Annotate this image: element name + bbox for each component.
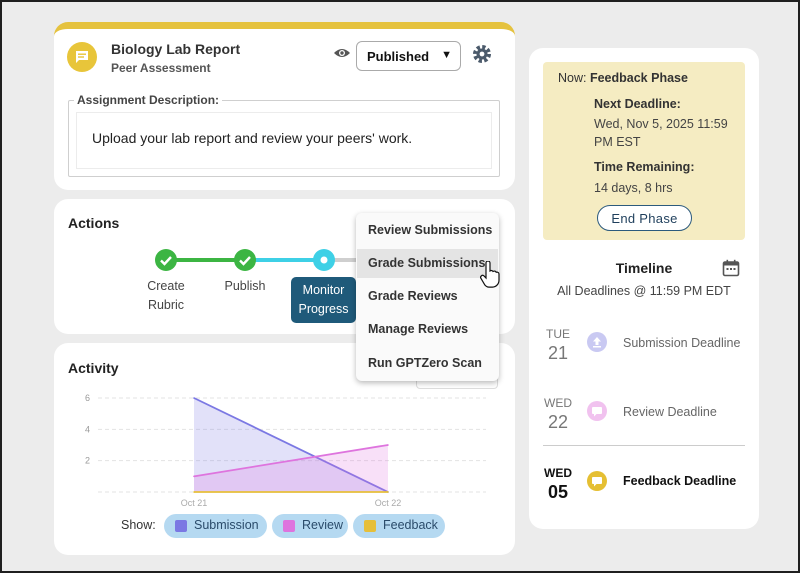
x-tick-label: Oct 21 <box>181 498 208 508</box>
assignment-title: Biology Lab Report <box>111 41 241 57</box>
current-phase-box: Now: Feedback Phase Next Deadline: Wed, … <box>543 62 745 240</box>
feedback-swatch-icon <box>364 520 376 532</box>
data-point <box>387 444 389 446</box>
calendar-icon[interactable] <box>722 259 740 282</box>
x-tick-label: Oct 22 <box>375 498 402 508</box>
y-tick-label: 4 <box>85 424 90 434</box>
now-phase-value: Feedback Phase <box>589 71 688 85</box>
settings-gear-icon[interactable] <box>471 43 493 70</box>
step-create-rubric-check-icon[interactable] <box>155 249 177 271</box>
menu-item-review-submissions[interactable]: Review Submissions <box>357 216 498 245</box>
time-remaining-label: Time Remaining: <box>594 160 695 174</box>
step-publish-label[interactable]: Publish <box>215 277 275 296</box>
timeline-date: 05 <box>547 482 569 502</box>
data-point <box>387 491 389 493</box>
visibility-eye-icon <box>333 46 351 65</box>
toggle-feedback[interactable]: Feedback <box>353 514 445 538</box>
assignment-chat-icon <box>67 42 97 72</box>
step-label-line: Progress <box>298 302 349 316</box>
assignment-header-card: Biology Lab Report Peer Assessment Publi… <box>54 22 515 190</box>
toggle-label: Review <box>302 518 343 532</box>
timeline-label: Review Deadline <box>623 405 717 419</box>
upload-icon <box>587 332 607 352</box>
next-deadline-value-line2: PM EST <box>594 135 641 149</box>
publish-status-select[interactable]: Published ▼ <box>356 41 461 71</box>
current-phase: Now: Feedback Phase <box>558 71 688 85</box>
toggle-label: Submission <box>194 518 259 532</box>
data-point <box>193 491 195 493</box>
step-label-line: Create <box>147 279 185 293</box>
assignment-type: Peer Assessment <box>111 61 211 75</box>
step-monitor-progress-dot-icon[interactable] <box>313 249 335 271</box>
step-monitor-progress-button[interactable]: Monitor Progress <box>291 277 356 323</box>
step-label-line: Publish <box>224 279 266 293</box>
description-text: Upload your lab report and review your p… <box>76 112 492 169</box>
timeline-day: WED <box>544 396 572 410</box>
time-remaining-value: 14 days, 8 hrs <box>594 181 673 195</box>
timeline-label: Submission Deadline <box>623 336 741 350</box>
chevron-down-icon: ▼ <box>441 49 452 61</box>
end-phase-button[interactable]: End Phase <box>597 205 692 231</box>
timeline-subtitle: All Deadlines @ 11:59 PM EDT <box>557 284 731 298</box>
submission-swatch-icon <box>175 520 187 532</box>
y-tick-label: 6 <box>85 393 90 403</box>
actions-title: Actions <box>68 215 120 231</box>
timeline-label: Feedback Deadline <box>623 474 737 488</box>
timeline-date: 22 <box>547 412 569 432</box>
timeline-day: WED <box>544 466 572 480</box>
review-swatch-icon <box>283 520 295 532</box>
next-deadline-value-line1: Wed, Nov 5, 2025 11:59 <box>594 117 728 131</box>
menu-item-manage-reviews[interactable]: Manage Reviews <box>357 315 498 344</box>
description-label: Assignment Description: <box>74 93 223 107</box>
feedback-icon <box>587 471 607 491</box>
y-tick-label: 2 <box>85 456 90 466</box>
menu-item-run-gptzero-scan[interactable]: Run GPTZero Scan <box>357 349 498 378</box>
show-label: Show: <box>121 518 156 532</box>
step-label-line: Monitor <box>302 283 345 297</box>
progress-line-done <box>165 258 245 262</box>
actions-dropdown-menu: Review Submissions Grade Submissions Gra… <box>356 213 499 381</box>
publish-status-value: Published <box>367 49 430 64</box>
app-frame: Biology Lab Report Peer Assessment Publi… <box>0 0 800 573</box>
menu-item-grade-reviews[interactable]: Grade Reviews <box>357 282 498 311</box>
step-label-line: Rubric <box>147 298 185 312</box>
data-point <box>193 397 195 399</box>
now-label: Now: <box>558 71 587 85</box>
phase-timeline-panel: Now: Feedback Phase Next Deadline: Wed, … <box>529 48 759 529</box>
toggle-submission[interactable]: Submission <box>164 514 267 538</box>
assignment-description-box: Assignment Description: Upload your lab … <box>68 93 500 177</box>
data-point <box>193 475 195 478</box>
timeline-day: TUE <box>546 327 570 341</box>
timeline-divider <box>543 445 745 446</box>
timeline-date: 21 <box>547 343 569 363</box>
menu-item-grade-submissions[interactable]: Grade Submissions <box>357 249 498 278</box>
next-deadline-label: Next Deadline: <box>594 97 681 111</box>
step-publish-check-icon[interactable] <box>234 249 256 271</box>
review-icon <box>587 401 607 421</box>
hand-pointer-icon <box>480 260 500 294</box>
toggle-label: Feedback <box>383 518 438 532</box>
step-create-rubric-label[interactable]: Create Rubric <box>139 277 193 315</box>
toggle-review[interactable]: Review <box>272 514 348 538</box>
